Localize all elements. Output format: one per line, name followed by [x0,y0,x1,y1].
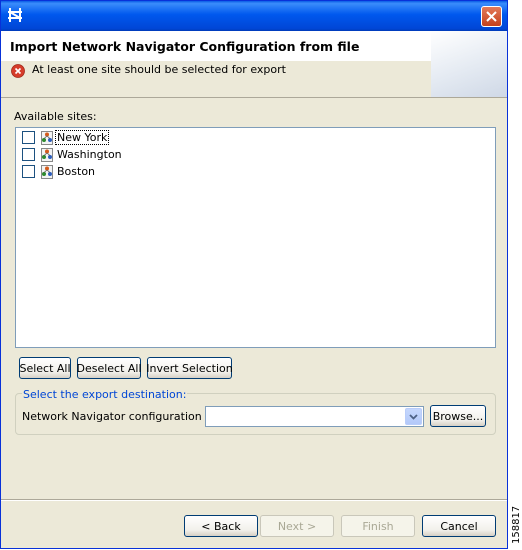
site-icon [41,164,53,179]
header-banner-image [431,31,507,97]
page-title: Import Network Navigator Configuration f… [10,39,360,54]
config-file-combo[interactable] [205,406,424,427]
site-label: New York [54,130,110,145]
config-file-label: Network Navigator configuration file: [22,410,226,423]
error-message: At least one site should be selected for… [32,63,286,76]
site-checkbox[interactable] [22,148,35,161]
finish-button-label: Finish [362,519,394,533]
cancel-button[interactable]: Cancel [422,515,496,537]
dialog-window: Import Network Navigator Configuration f… [0,0,508,549]
export-destination-legend: Select the export destination: [22,388,188,401]
deselect-all-button[interactable]: Deselect All [76,357,142,379]
message-area: At least one site should be selected for… [1,61,431,97]
wizard-header: Import Network Navigator Configuration f… [1,31,507,98]
app-logo-icon [8,8,22,22]
site-checkbox[interactable] [22,131,35,144]
site-label: Boston [57,165,96,178]
close-icon [486,11,497,22]
footer-divider [1,499,507,501]
invert-selection-button[interactable]: Invert Selection [146,357,233,379]
next-button[interactable]: Next > [260,515,334,537]
close-button[interactable] [481,6,502,27]
list-item[interactable]: Boston [22,163,96,180]
figure-number: 158817 [511,505,522,544]
cancel-button-label: Cancel [440,519,478,533]
list-item[interactable]: Washington [22,146,123,163]
finish-button[interactable]: Finish [341,515,415,537]
site-icon [41,147,53,162]
site-label: Washington [57,148,122,161]
available-sites-label: Available sites: [14,110,97,123]
site-icon [41,130,53,145]
back-button-label: < Back [201,519,241,533]
sites-list[interactable]: New York Washington Boston [15,127,496,348]
dropdown-button[interactable] [405,408,422,425]
site-checkbox[interactable] [22,165,35,178]
error-icon [11,64,25,78]
title-bar[interactable] [1,1,507,31]
list-item[interactable]: New York [22,129,110,146]
next-button-label: Next > [277,519,317,533]
chevron-down-icon [409,413,418,420]
select-all-button[interactable]: Select All [19,357,71,379]
back-button[interactable]: < Back [184,515,258,537]
browse-button[interactable]: Browse... [430,405,486,427]
side-margin [508,0,522,550]
